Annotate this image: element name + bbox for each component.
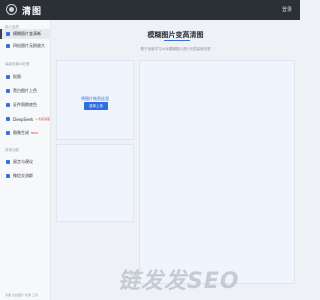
deepseek-icon [6, 117, 10, 121]
sidebar-item-upscale[interactable]: 四倍图片无损放大 [0, 41, 51, 51]
login-link[interactable]: 登录 [282, 6, 292, 13]
sidebar-section-title: 高级场景AI处理 [5, 62, 30, 66]
sidebar: 核心品质 模糊图片变清晰 四倍图片无损放大 高级场景AI处理 抠图 黑白图片上色… [0, 20, 51, 300]
message-icon [6, 160, 10, 164]
sidebar-item-deblur[interactable]: 模糊图片变清晰 [0, 29, 51, 39]
image-icon [6, 32, 10, 36]
sidebar-item-colorize[interactable]: 黑白图片上色 [0, 86, 51, 96]
sidebar-item-wechat[interactable]: 微信交流群 [0, 171, 51, 181]
zoom-icon [6, 44, 10, 48]
sidebar-footer: 清图 在线图片 处理 工具 [5, 293, 38, 297]
sidebar-section-title: 其他功能 [5, 148, 19, 152]
brand-name: 清图 [22, 7, 43, 17]
scissors-icon [6, 75, 10, 79]
title-underline [164, 40, 190, 41]
top-bar: 清图 登录 [0, 0, 300, 20]
new-badge: NEW [31, 131, 39, 135]
page-subtitle: 基于深度学习AI对模糊图片进行无损高清还原 [140, 47, 211, 51]
sidebar-item-deepseek[interactable]: DeepSeek +卡顿深度 [0, 114, 51, 124]
sidebar-item-feedback[interactable]: 留言与建议 [0, 157, 51, 167]
palette-icon [6, 89, 10, 93]
wechat-icon [6, 174, 10, 178]
sidebar-item-cutout[interactable]: 抠图 [0, 72, 51, 82]
watermark: 链发发SEO [118, 269, 240, 294]
sparkle-icon [6, 131, 10, 135]
badge: +卡顿深度 [35, 117, 50, 121]
result-preview-panel [139, 60, 295, 284]
upload-button[interactable]: 选择上传 [84, 102, 108, 110]
sidebar-item-image-gen[interactable]: 图像生成 NEW [0, 128, 51, 138]
sidebar-item-id-photo[interactable]: 证件照换底色 [0, 100, 51, 110]
original-preview-panel [56, 144, 134, 222]
upload-dropzone[interactable]: 将图片拖到这里 选择上传 [56, 60, 134, 140]
logo-icon [6, 4, 17, 15]
page-title: 模糊图片变高清图 [147, 31, 204, 39]
id-card-icon [6, 103, 10, 107]
